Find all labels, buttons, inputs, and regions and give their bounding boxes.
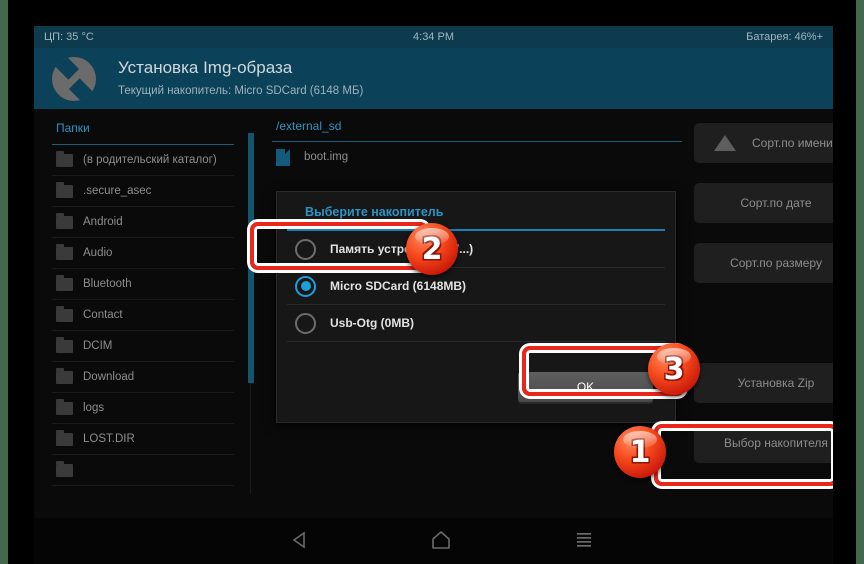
nav-home-icon[interactable] (430, 530, 452, 555)
left-edge-strip (0, 0, 8, 564)
folder-icon (56, 429, 73, 446)
storage-select-dialog: Выберите накопитель Память устройства (7… (276, 191, 676, 423)
folder-icon (56, 305, 73, 322)
folder-icon (56, 150, 73, 167)
action-button-label: Установка Zip (737, 376, 815, 390)
storage-option-list[interactable]: Память устройства (7...) Micro SDCard (61… (277, 231, 675, 342)
folder-row[interactable]: (в родительский каталог) (52, 145, 234, 176)
action-button-label: Сорт.по дате (740, 196, 812, 210)
folder-label: Audio (83, 247, 113, 259)
action-button[interactable]: Сорт.по размеру (694, 243, 833, 283)
action-button[interactable]: Сорт.по дате (694, 183, 833, 223)
folder-icon (56, 398, 73, 415)
actions-panel: Сорт.по имени Сорт.по дате Сорт.по размеру… (689, 109, 833, 518)
radio-unchecked-icon[interactable] (295, 312, 316, 334)
storage-option-row[interactable]: Память устройства (7...) (287, 231, 665, 268)
folders-heading: Папки (52, 109, 234, 145)
clock-label: 4:34 PM (413, 31, 454, 43)
nav-recents-icon[interactable] (574, 531, 594, 554)
folder-label: Android (83, 216, 123, 228)
screenshot-root: ЦП: 35 °C 4:34 PM Батарея: 46%+ Установк… (0, 0, 864, 564)
main-content: Папки (в родительский каталог) .secure_as… (34, 109, 833, 518)
app-title-block: Установка Img-образа Текущий накопитель:… (118, 57, 363, 99)
folder-icon (56, 181, 73, 198)
page-title: Установка Img-образа (118, 58, 293, 78)
step-badge-1: 1 (614, 426, 666, 478)
app-header: Установка Img-образа Текущий накопитель:… (34, 48, 833, 109)
folder-label: logs (83, 402, 105, 414)
files-list[interactable]: boot.img (272, 142, 682, 172)
folder-label: Contact (83, 309, 123, 321)
nav-back-icon[interactable] (290, 530, 310, 555)
folder-label: Download (83, 371, 135, 383)
folder-row[interactable]: Bluetooth (52, 269, 234, 300)
folders-panel: Папки (в родительский каталог) .secure_as… (34, 109, 242, 518)
android-nav-bar (34, 518, 833, 564)
step-badge-3: 3 (648, 343, 700, 395)
storage-option-label: Usb-Otg (0MB) (330, 316, 414, 330)
folder-icon (56, 336, 73, 353)
folder-label: .secure_asec (83, 185, 152, 197)
action-button-label: Сорт.по имени (752, 136, 833, 150)
folder-icon (56, 212, 73, 229)
sort-ascending-triangle-icon (714, 135, 736, 151)
file-label: boot.img (304, 151, 349, 163)
file-row[interactable]: boot.img (272, 142, 682, 172)
folder-row[interactable]: Audio (52, 238, 234, 269)
radio-unchecked-icon[interactable] (295, 238, 316, 260)
status-bar: ЦП: 35 °C 4:34 PM Батарея: 46%+ (34, 26, 833, 48)
storage-option-label: Micro SDCard (6148MB) (330, 279, 467, 293)
file-icon (276, 148, 290, 166)
action-button[interactable]: Установка Zip (694, 363, 833, 403)
dialog-title: Выберите накопитель (287, 192, 665, 231)
folders-list[interactable]: (в родительский каталог) .secure_asec Andr… (52, 145, 242, 486)
folders-scrollbar-thumb[interactable] (248, 133, 254, 383)
folder-label: Bluetooth (83, 278, 132, 290)
folder-row[interactable]: Android (52, 207, 234, 238)
battery-label: Батарея: 46%+ (746, 31, 823, 43)
storage-option-row[interactable]: Usb-Otg (0MB) (287, 305, 665, 342)
folder-row[interactable]: DCIM (52, 331, 234, 362)
action-button-label: Выбор накопителя (724, 436, 828, 450)
folder-label: DCIM (83, 340, 113, 352)
app-logo-icon (52, 56, 96, 101)
folder-row[interactable]: logs (52, 393, 234, 424)
folder-label: (в родительский каталог) (83, 154, 217, 166)
action-button-label: Сорт.по размеру (730, 256, 822, 270)
device-screen: ЦП: 35 °C 4:34 PM Батарея: 46%+ Установк… (34, 26, 833, 518)
folder-icon (56, 367, 73, 384)
current-path-label: /external_sd (272, 109, 682, 142)
current-storage-label: Текущий накопитель: Micro SDCard (6148 М… (118, 85, 364, 98)
folder-row[interactable]: .secure_asec (52, 176, 234, 207)
right-edge-strip (856, 0, 864, 564)
folder-label: LOST.DIR (83, 433, 135, 445)
folder-row[interactable]: LOST.DIR (52, 424, 234, 455)
folder-row[interactable]: Download (52, 362, 234, 393)
step-badge-2: 2 (406, 223, 458, 275)
dialog-ok-button[interactable]: OK (518, 372, 653, 402)
folder-row[interactable] (52, 455, 234, 486)
folder-row[interactable]: Contact (52, 300, 234, 331)
folder-icon (56, 460, 73, 477)
action-button[interactable]: Выбор накопителя (694, 423, 833, 463)
folder-icon (56, 274, 73, 291)
radio-checked-icon[interactable] (295, 275, 316, 297)
action-button[interactable]: Сорт.по имени (694, 123, 833, 163)
folder-icon (56, 243, 73, 260)
storage-option-row[interactable]: Micro SDCard (6148MB) (287, 268, 665, 305)
